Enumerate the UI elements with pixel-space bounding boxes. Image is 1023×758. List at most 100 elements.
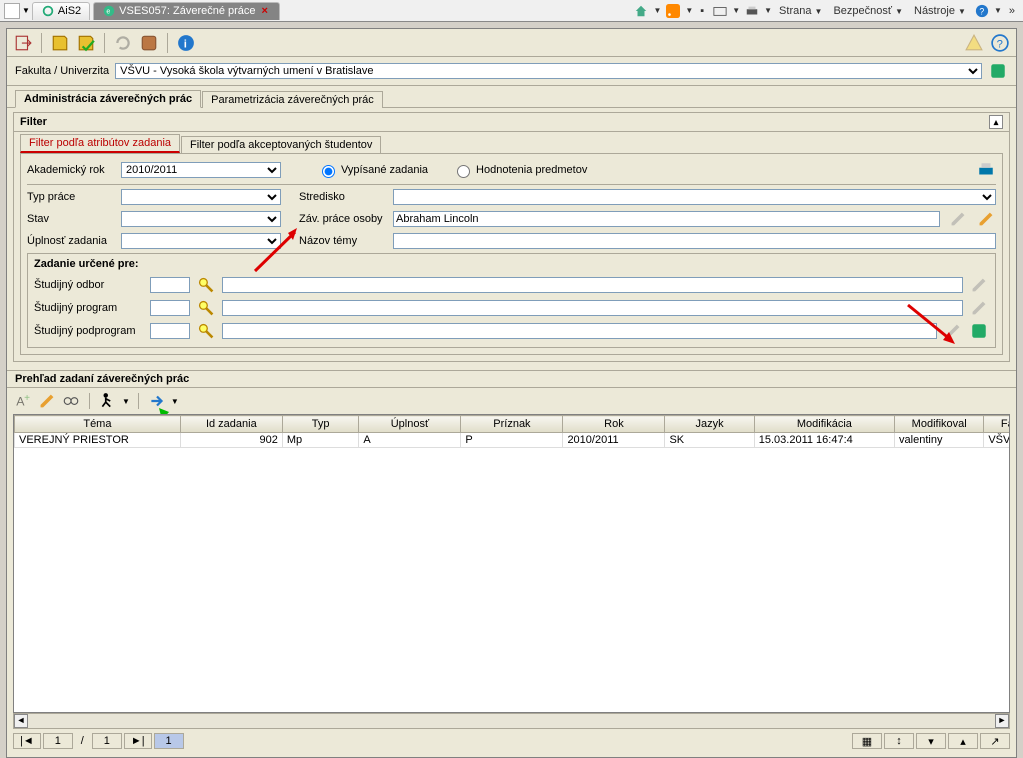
odbor-lookup-icon[interactable] (196, 275, 216, 295)
results-goto-icon[interactable] (147, 391, 167, 411)
podprogram-code-input[interactable] (150, 323, 190, 339)
page-last-button[interactable]: ►| (124, 733, 152, 749)
results-glasses-icon[interactable] (61, 391, 81, 411)
upl-select[interactable] (121, 233, 281, 249)
col-uplnost[interactable]: Úplnosť (359, 416, 461, 433)
odbor-edit-icon[interactable] (969, 275, 989, 295)
browser-tab-ais2[interactable]: AiS2 (32, 2, 90, 20)
tab-admin[interactable]: Administrácia záverečných prác (15, 90, 201, 108)
zadanie-urcene-group: Zadanie určené pre: Študijný odbor Študi… (27, 253, 996, 348)
filter-title: Filter (20, 116, 47, 128)
menu-tools[interactable]: Nástroje ▼ (909, 5, 970, 17)
book-button[interactable] (139, 33, 159, 53)
menu-page[interactable]: Strana ▼ (774, 5, 826, 17)
odbor-name-input[interactable] (222, 277, 963, 293)
svg-text:?: ? (997, 38, 1003, 50)
col-priznak[interactable]: Príznak (461, 416, 563, 433)
help-dropdown[interactable]: ▼ (994, 6, 1002, 15)
tab-filter-students[interactable]: Filter podľa akceptovaných študentov (181, 136, 381, 153)
home-dropdown[interactable]: ▼ (653, 6, 661, 15)
svg-text:e: e (107, 9, 111, 16)
podprogram-action-icon[interactable] (969, 321, 989, 341)
stav-select[interactable] (121, 211, 281, 227)
collapse-down-icon[interactable]: ▾ (916, 733, 946, 749)
zav-clear-icon[interactable] (976, 209, 996, 229)
radio-hodnotenia[interactable]: Hodnotenia predmetov (452, 162, 587, 178)
save-verified-button[interactable] (76, 33, 96, 53)
radio-vypisane[interactable]: Vypísané zadania (317, 162, 428, 178)
col-rok[interactable]: Rok (563, 416, 665, 433)
scroll-right-icon[interactable]: ► (995, 714, 1009, 728)
export-icon[interactable]: ↗ (980, 733, 1010, 749)
horizontal-scrollbar[interactable]: ◄ ► (13, 713, 1010, 729)
table-row[interactable]: VEREJNÝ PRIESTOR 902 Mp A P 2010/2011 SK… (15, 433, 1011, 448)
scroll-left-icon[interactable]: ◄ (14, 714, 28, 728)
podprogram-label: Študijný podprogram (34, 325, 144, 337)
zav-edit-icon[interactable] (948, 209, 968, 229)
tab-filter-attributes[interactable]: Filter podľa atribútov zadania (20, 134, 180, 153)
mail-icon[interactable] (710, 1, 730, 21)
nazov-input[interactable] (393, 233, 996, 249)
print-dropdown[interactable]: ▼ (764, 6, 772, 15)
col-modif[interactable]: Modifikácia (754, 416, 894, 433)
col-modifikoval[interactable]: Modifikoval (895, 416, 984, 433)
podprogram-lookup-icon[interactable] (196, 321, 216, 341)
zav-input[interactable] (393, 211, 940, 227)
col-fakulta[interactable]: Fakulta (984, 416, 1010, 433)
sort-asc-icon[interactable]: ↕ (884, 733, 914, 749)
favorites-icon[interactable] (4, 3, 20, 19)
grid-view-icon[interactable]: ▦ (852, 733, 882, 749)
warning-button[interactable] (964, 33, 984, 53)
page-first-button[interactable]: |◄ (13, 733, 41, 749)
chevrons-right-icon[interactable]: » (1004, 5, 1019, 17)
print-icon[interactable] (742, 1, 762, 21)
menu-security[interactable]: Bezpečnosť ▼ (828, 5, 907, 17)
home-icon[interactable] (631, 1, 651, 21)
col-typ[interactable]: Typ (282, 416, 359, 433)
filter-print-button[interactable] (976, 160, 996, 180)
odbor-label: Študijný odbor (34, 279, 144, 291)
faculty-select[interactable]: VŠVU - Vysoká škola výtvarných umení v B… (115, 63, 982, 79)
results-table-wrap[interactable]: Téma Id zadania Typ Úplnosť Príznak Rok … (13, 414, 1010, 713)
nazov-label: Názov témy (299, 235, 385, 247)
rss-icon[interactable] (663, 1, 683, 21)
podprogram-edit-icon[interactable] (943, 321, 963, 341)
expand-up-icon[interactable]: ▴ (948, 733, 978, 749)
faculty-action-button[interactable] (988, 61, 1008, 81)
results-run-icon[interactable] (98, 391, 118, 411)
col-jazyk[interactable]: Jazyk (665, 416, 754, 433)
odbor-code-input[interactable] (150, 277, 190, 293)
help-icon[interactable]: ? (972, 1, 992, 21)
run-dropdown-icon[interactable]: ▼ (122, 397, 130, 406)
program-edit-icon[interactable] (969, 298, 989, 318)
stredisko-select[interactable] (393, 189, 996, 205)
program-name-input[interactable] (222, 300, 963, 316)
help-context-button[interactable]: ? (990, 33, 1010, 53)
page-current: 1 (43, 733, 73, 749)
save-button[interactable] (50, 33, 70, 53)
close-icon[interactable]: × (259, 5, 271, 17)
col-id[interactable]: Id zadania (180, 416, 282, 433)
col-tema[interactable]: Téma (15, 416, 181, 433)
collapse-icon[interactable]: ▴ (989, 115, 1003, 129)
goto-dropdown-icon[interactable]: ▼ (171, 397, 179, 406)
urcene-title: Zadanie určené pre: (34, 258, 989, 272)
refresh-button[interactable] (113, 33, 133, 53)
type-select[interactable] (121, 189, 281, 205)
svg-text:i: i (184, 38, 187, 50)
exit-button[interactable] (13, 33, 33, 53)
info-button[interactable]: i (176, 33, 196, 53)
podprogram-name-input[interactable] (222, 323, 937, 339)
program-code-input[interactable] (150, 300, 190, 316)
program-lookup-icon[interactable] (196, 298, 216, 318)
refresh-icon (41, 4, 55, 18)
dropdown-icon[interactable]: ▼ (22, 6, 30, 15)
tab-param[interactable]: Parametrizácia záverečných prác (202, 91, 383, 108)
results-pencil-icon[interactable] (37, 391, 57, 411)
mail-dropdown[interactable]: ▼ (732, 6, 740, 15)
year-select[interactable]: 2010/2011 (121, 162, 281, 178)
page-goto-input[interactable]: 1 (154, 733, 184, 749)
rss-dropdown[interactable]: ▼ (685, 6, 693, 15)
results-aplus-icon[interactable]: A+ (13, 391, 33, 411)
browser-tab-vses057[interactable]: e VSES057: Záverečné práce × (93, 2, 280, 20)
